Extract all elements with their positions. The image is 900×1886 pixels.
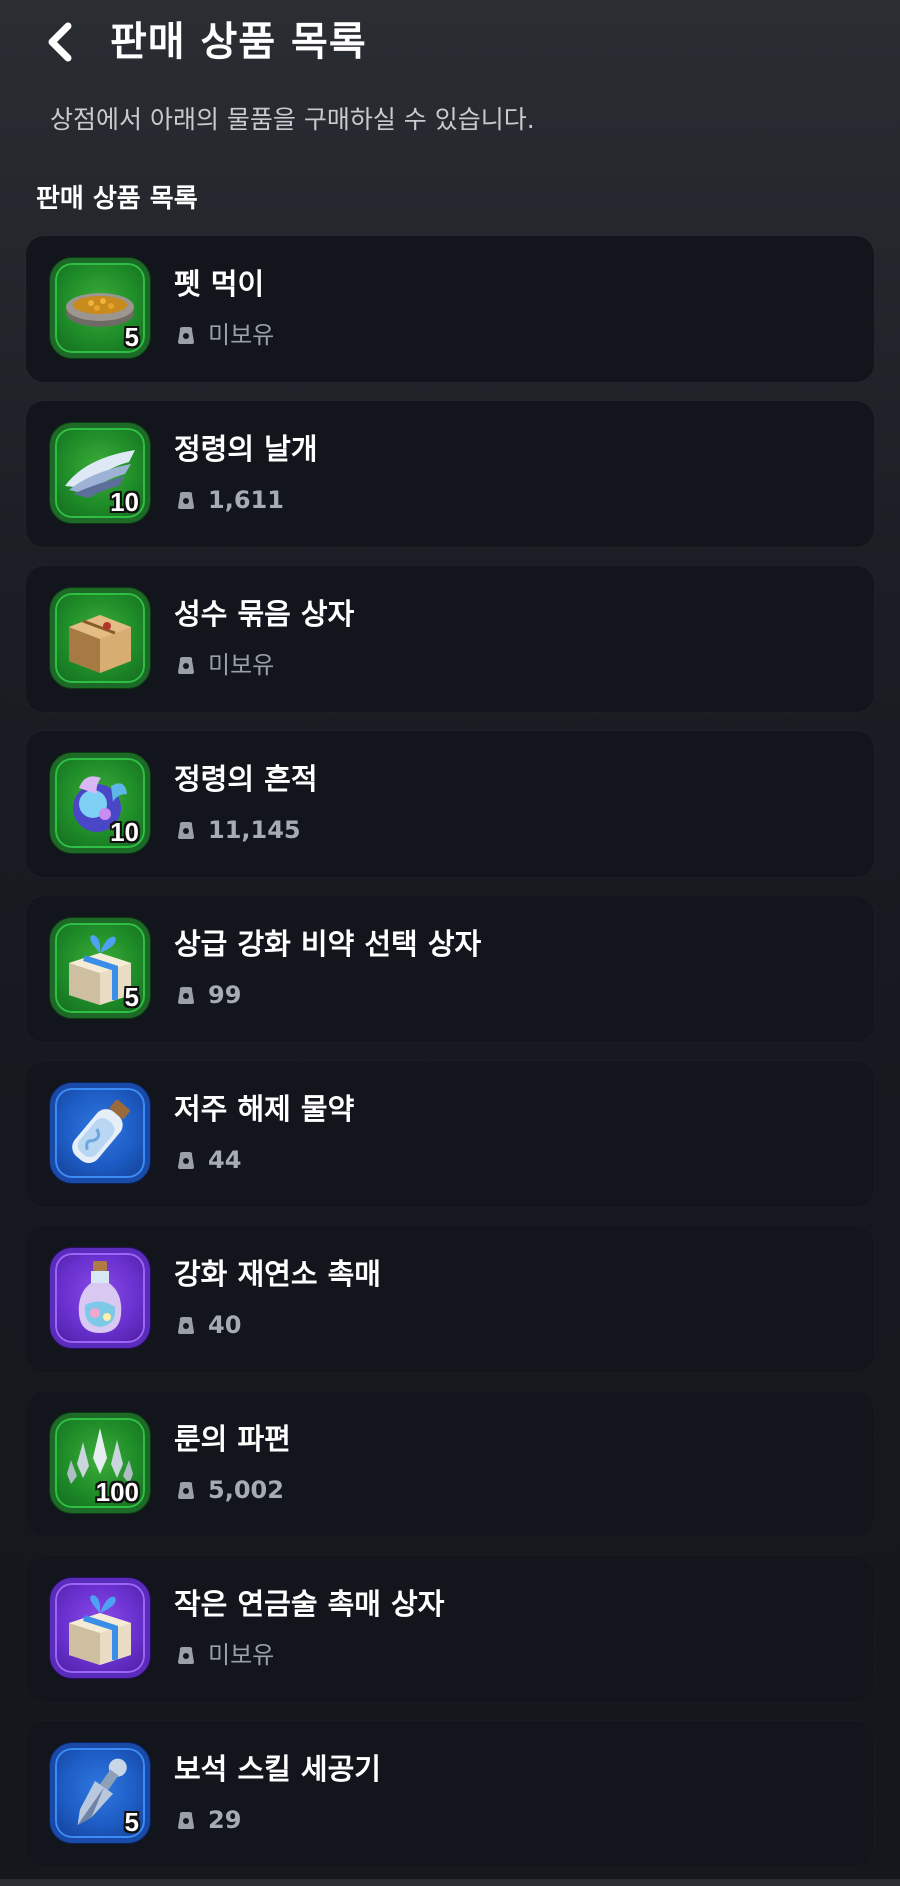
item-owned: 미보유 (174, 648, 274, 682)
owned-value: 미보유 (208, 321, 275, 349)
product-list: 5 펫 먹이 미보유 10 정령의 날개 1,611 성수 묶음 상자 미보유 … (26, 236, 874, 1886)
item-frame: 5 (50, 258, 150, 358)
product-item-rune-shard[interactable]: 100 룬의 파편 5,002 (26, 1391, 874, 1537)
catalyst-bottle-icon (78, 1261, 122, 1333)
item-name: 정령의 흔적 (174, 762, 318, 796)
bag-icon (178, 822, 194, 839)
shop-description: 상점에서 아래의 물품을 구매하실 수 있습니다. (50, 105, 535, 134)
owned-value: 미보유 (208, 651, 275, 679)
parcel-box-icon (69, 615, 131, 673)
bag-icon (178, 657, 194, 674)
item-name: 작은 연금술 촉매 상자 (174, 1587, 445, 1621)
bag-icon (178, 1482, 194, 1499)
item-quantity: 5 (124, 322, 139, 352)
item-frame: 10 (50, 753, 150, 853)
item-owned: 40 (174, 1308, 241, 1342)
product-item-pet-food[interactable]: 5 펫 먹이 미보유 (26, 236, 874, 382)
bag-icon (178, 1647, 194, 1664)
page-title: 판매 상품 목록 (110, 19, 367, 65)
owned-value: 29 (208, 1806, 242, 1834)
owned-value: 40 (208, 1311, 242, 1339)
item-frame: 5 (50, 1743, 150, 1843)
bag-icon (178, 1812, 194, 1829)
item-frame (50, 1578, 150, 1678)
owned-value: 44 (208, 1146, 242, 1174)
item-frame (50, 1248, 150, 1348)
header: 판매 상품 목록 (0, 0, 900, 84)
item-name: 강화 재연소 촉매 (174, 1257, 381, 1291)
item-owned: 44 (174, 1143, 241, 1177)
product-item-spirit-wing[interactable]: 10 정령의 날개 1,611 (26, 401, 874, 547)
owned-value: 미보유 (208, 1641, 275, 1669)
item-name: 성수 묶음 상자 (174, 597, 355, 631)
product-item-gem-skill-tool[interactable]: 5 보석 스킬 세공기 29 (26, 1721, 874, 1867)
product-item-reburn-catalyst[interactable]: 강화 재연소 촉매 40 (26, 1226, 874, 1372)
back-button[interactable] (34, 14, 84, 70)
item-owned: 99 (174, 978, 241, 1012)
item-quantity: 5 (124, 1807, 139, 1837)
item-frame: 10 (50, 423, 150, 523)
item-frame: 100 (50, 1413, 150, 1513)
item-name: 정령의 날개 (174, 432, 318, 466)
product-item-holy-water-box[interactable]: 성수 묶음 상자 미보유 (26, 566, 874, 712)
item-owned: 1,611 (174, 483, 284, 517)
bag-icon (178, 1152, 194, 1169)
item-quantity: 100 (95, 1477, 139, 1507)
chevron-left-icon (48, 22, 72, 62)
item-name: 보석 스킬 세공기 (174, 1752, 381, 1786)
product-item-spirit-trace[interactable]: 10 정령의 흔적 11,145 (26, 731, 874, 877)
bag-icon (178, 987, 194, 1004)
item-quantity: 10 (110, 817, 139, 847)
item-owned: 미보유 (174, 318, 274, 352)
owned-value: 11,145 (208, 816, 301, 844)
item-frame: 5 (50, 918, 150, 1018)
item-frame (50, 588, 150, 688)
item-owned: 11,145 (174, 813, 301, 847)
owned-value: 99 (208, 981, 242, 1009)
product-item-curse-removal-potion[interactable]: 저주 해제 물약 44 (26, 1061, 874, 1207)
section-title: 판매 상품 목록 (36, 184, 198, 214)
item-owned: 5,002 (174, 1473, 284, 1507)
item-frame (50, 1083, 150, 1183)
item-owned: 29 (174, 1803, 241, 1837)
item-name: 저주 해제 물약 (174, 1092, 355, 1126)
item-quantity: 10 (110, 487, 139, 517)
item-name: 상급 강화 비약 선택 상자 (174, 927, 482, 961)
bag-icon (178, 327, 194, 344)
owned-value: 5,002 (208, 1476, 284, 1504)
bag-icon (178, 1317, 194, 1334)
product-item-enhance-elixir-box[interactable]: 5 상급 강화 비약 선택 상자 99 (26, 896, 874, 1042)
potion-bottle-icon (72, 1099, 130, 1164)
item-name: 룬의 파편 (174, 1422, 291, 1456)
item-owned: 미보유 (174, 1638, 274, 1672)
bag-icon (178, 492, 194, 509)
item-quantity: 5 (124, 982, 139, 1012)
gift-box-icon (69, 1595, 131, 1665)
owned-value: 1,611 (208, 486, 284, 514)
item-name: 펫 먹이 (174, 267, 265, 301)
product-item-small-alchemy-box[interactable]: 작은 연금술 촉매 상자 미보유 (26, 1556, 874, 1702)
